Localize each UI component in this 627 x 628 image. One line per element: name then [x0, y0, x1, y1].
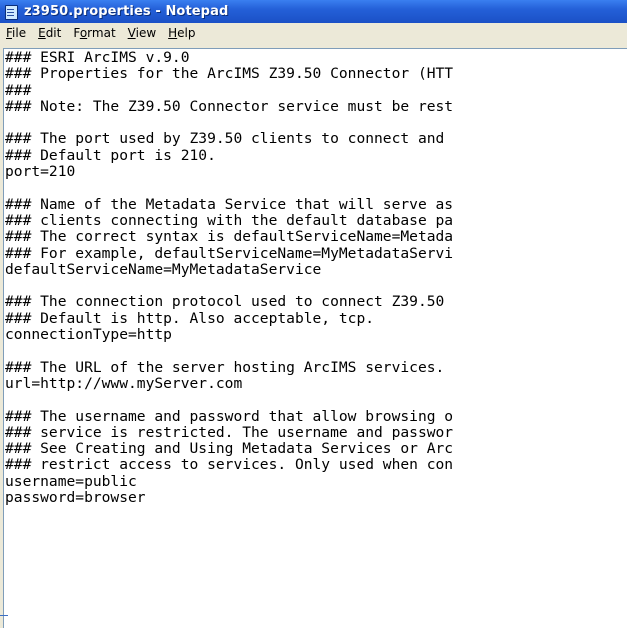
- text-line[interactable]: ### restrict access to services. Only us…: [5, 457, 627, 474]
- menu-bar: File Edit Format View Help: [0, 23, 627, 44]
- notepad-window: z3950.properties - Notepad File Edit For…: [0, 0, 627, 628]
- title-bar[interactable]: z3950.properties - Notepad: [0, 0, 627, 23]
- text-line[interactable]: ### The URL of the server hosting ArcIMS…: [5, 359, 627, 376]
- text-line[interactable]: ### The connection protocol used to conn…: [5, 294, 627, 311]
- text-line[interactable]: url=http://www.myServer.com: [5, 375, 627, 392]
- notepad-icon[interactable]: [4, 4, 19, 20]
- text-line[interactable]: ### ESRI ArcIMS v.9.0: [5, 49, 627, 66]
- text-editor[interactable]: ### ESRI ArcIMS v.9.0 ### Properties for …: [3, 48, 627, 628]
- menu-edit-accel: E: [38, 26, 46, 40]
- text-line[interactable]: ### For example, defaultServiceName=MyMe…: [5, 245, 627, 262]
- text-line[interactable]: [5, 278, 627, 294]
- text-line[interactable]: ### Default is http. Also acceptable, tc…: [5, 310, 627, 327]
- menu-file-rest: ile: [12, 26, 27, 40]
- text-line[interactable]: ### Name of the Metadata Service that wi…: [5, 196, 627, 213]
- menu-view-rest: iew: [135, 26, 157, 40]
- text-line[interactable]: ### The correct syntax is defaultService…: [5, 228, 627, 245]
- text-line[interactable]: ### The username and password that allow…: [5, 408, 627, 425]
- document-text[interactable]: ### ESRI ArcIMS v.9.0 ### Properties for …: [4, 49, 627, 506]
- menu-format[interactable]: Format: [67, 23, 121, 44]
- text-line[interactable]: password=browser: [5, 489, 627, 506]
- text-line[interactable]: ### The port used by Z39.50 clients to c…: [5, 131, 627, 148]
- edit-area: ### ESRI ArcIMS v.9.0 ### Properties for …: [0, 44, 627, 628]
- text-line[interactable]: username=public: [5, 473, 627, 490]
- menu-edit-rest: dit: [45, 26, 62, 40]
- menu-file[interactable]: File: [0, 23, 32, 44]
- text-line[interactable]: ### clients connecting with the default …: [5, 212, 627, 229]
- text-line[interactable]: [5, 115, 627, 131]
- text-line[interactable]: ### See Creating and Using Metadata Serv…: [5, 440, 627, 457]
- menu-view[interactable]: View: [122, 23, 162, 44]
- menu-help[interactable]: Help: [162, 23, 201, 44]
- text-line[interactable]: defaultServiceName=MyMetadataService: [5, 261, 627, 278]
- menu-help-accel: H: [168, 26, 178, 40]
- text-line[interactable]: ### service is restricted. The username …: [5, 424, 627, 441]
- window-title: z3950.properties - Notepad: [24, 4, 229, 19]
- menu-edit[interactable]: Edit: [32, 23, 67, 44]
- menu-help-rest: elp: [177, 26, 196, 40]
- text-line[interactable]: port=210: [5, 163, 627, 180]
- text-line[interactable]: ###: [5, 82, 627, 99]
- menu-format-rest: rmat: [87, 26, 116, 40]
- text-line[interactable]: connectionType=http: [5, 326, 627, 343]
- text-line[interactable]: ### Default port is 210.: [5, 147, 627, 164]
- text-line[interactable]: ### Note: The Z39.50 Connector service m…: [5, 98, 627, 115]
- text-line[interactable]: [5, 343, 627, 359]
- text-line[interactable]: [5, 392, 627, 408]
- text-line[interactable]: [5, 180, 627, 196]
- text-line[interactable]: ### Properties for the ArcIMS Z39.50 Con…: [5, 65, 627, 82]
- menu-view-accel: V: [127, 26, 136, 40]
- callout-leader-line: [0, 615, 8, 616]
